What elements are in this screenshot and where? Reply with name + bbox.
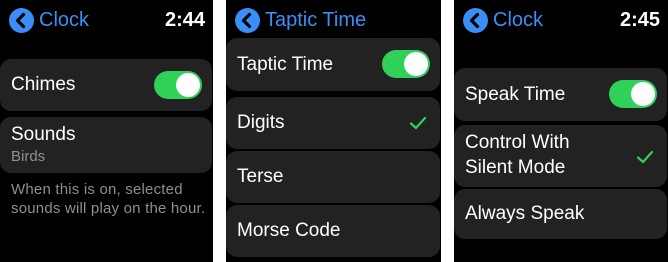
clock-time: 2:44 — [164, 9, 205, 31]
toggle-knob — [631, 82, 655, 106]
checkmark-icon — [636, 150, 654, 164]
option-label: Terse — [237, 166, 284, 187]
option-always-speak[interactable]: Always Speak — [454, 189, 667, 239]
back-title[interactable]: Taptic Time — [265, 8, 366, 33]
checkmark-icon — [409, 116, 427, 130]
nav-header: Taptic Time — [226, 5, 441, 35]
taptic-time-toggle[interactable] — [382, 50, 430, 78]
taptic-time-label: Taptic Time — [237, 54, 334, 75]
option-label: Always Speak — [465, 203, 585, 224]
nav-header: Clock 2:44 — [0, 5, 213, 35]
speak-time-toggle[interactable] — [609, 80, 657, 108]
option-control-with-silent-mode[interactable]: Control With Silent Mode — [454, 125, 667, 187]
speak-time-label: Speak Time — [465, 84, 566, 105]
chimes-row[interactable]: Chimes — [0, 59, 212, 111]
watch-screen-taptic-time: Taptic Time Taptic Time Digits Terse Mor… — [226, 0, 441, 262]
chimes-label: Chimes — [11, 74, 76, 95]
chevron-left-icon[interactable] — [9, 8, 34, 33]
chimes-description: When this is on, selected sounds will pl… — [11, 181, 206, 217]
clock-time: 2:45 — [619, 9, 660, 31]
speak-time-row[interactable]: Speak Time — [454, 68, 667, 121]
toggle-knob — [176, 73, 200, 97]
sounds-value: Birds — [11, 148, 46, 165]
option-digits[interactable]: Digits — [226, 97, 440, 149]
option-morse-code[interactable]: Morse Code — [226, 205, 440, 257]
option-terse[interactable]: Terse — [226, 151, 440, 203]
chevron-left-icon[interactable] — [463, 8, 488, 33]
watch-screen-chimes: Clock 2:44 Chimes Sounds Birds When this… — [0, 0, 213, 262]
back-title[interactable]: Clock — [493, 8, 543, 33]
option-label-line2: Silent Mode — [465, 157, 566, 178]
chevron-left-icon[interactable] — [235, 8, 260, 33]
option-label: Digits — [237, 112, 285, 133]
option-label: Morse Code — [237, 220, 341, 241]
watch-screen-speak-time: Clock 2:45 Speak Time Control With Silen… — [454, 0, 668, 262]
back-title[interactable]: Clock — [39, 8, 89, 33]
option-label-line1: Control With — [465, 132, 570, 153]
toggle-knob — [404, 52, 428, 76]
taptic-time-row[interactable]: Taptic Time — [226, 38, 440, 91]
chimes-toggle[interactable] — [154, 71, 202, 99]
nav-header: Clock 2:45 — [454, 5, 668, 35]
sounds-label: Sounds — [11, 124, 76, 145]
sounds-row[interactable]: Sounds Birds — [0, 117, 212, 173]
